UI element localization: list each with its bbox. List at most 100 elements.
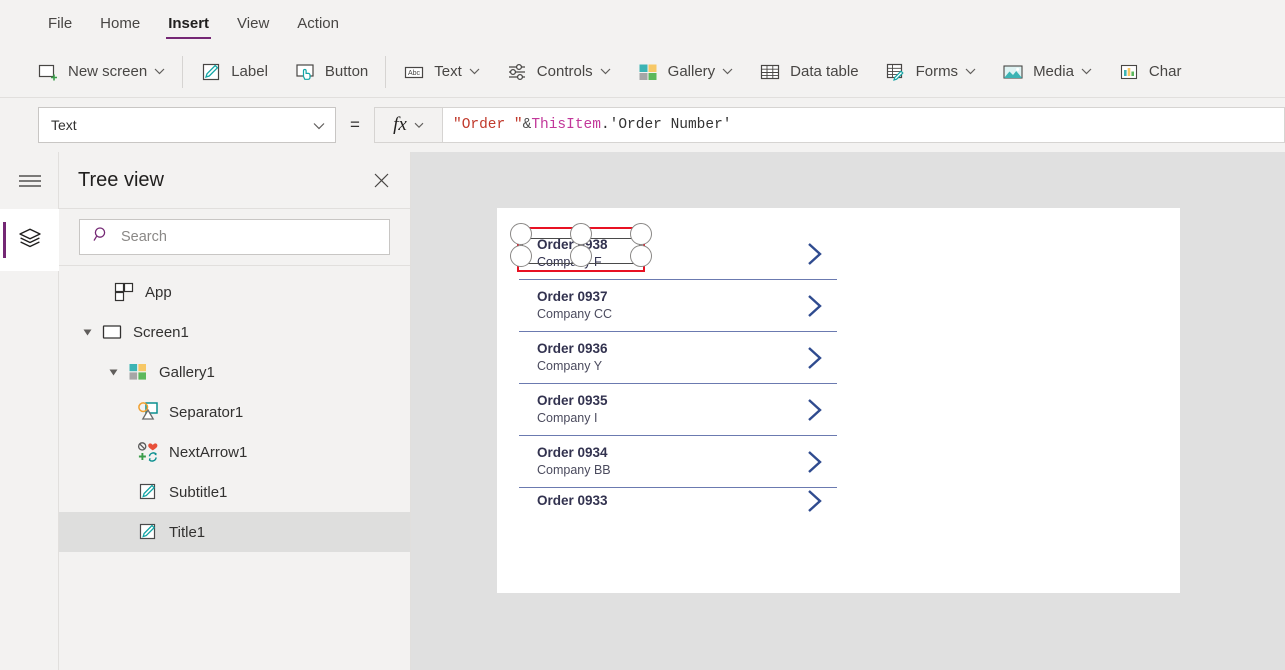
chevron-right-icon[interactable] [791, 345, 837, 371]
ribbon-controls-button[interactable]: Controls [493, 46, 624, 97]
tree-list: App Screen1 Gallery1 Separator1 NextArro… [59, 266, 410, 552]
icons-set-icon [137, 441, 159, 463]
canvas-area[interactable]: Order 0938 Company F Order 0937 Company … [411, 152, 1285, 670]
gallery-icon [127, 361, 149, 383]
chevron-down-icon[interactable] [965, 68, 976, 75]
label-icon [137, 521, 159, 543]
hamburger-menu-icon[interactable] [0, 152, 59, 209]
tree-item-label: NextArrow1 [169, 443, 248, 461]
menu-item-action[interactable]: Action [283, 0, 353, 46]
tree-expand-caret[interactable] [105, 364, 121, 380]
chevron-right-icon[interactable] [791, 488, 837, 514]
gallery-item-texts: Order 0933 [519, 492, 791, 510]
chevron-down-icon[interactable] [600, 68, 611, 75]
formula-token-identifier: ThisItem [531, 117, 601, 133]
gallery-icon [637, 61, 659, 83]
property-selector[interactable]: Text [38, 107, 336, 143]
fx-button[interactable]: fx [374, 107, 442, 143]
gallery-item-subtitle[interactable]: Company CC [537, 306, 791, 323]
gallery-item-title[interactable]: Order 0938 [537, 236, 791, 253]
menu-item-label: Insert [168, 14, 210, 32]
tree-item-label: Screen1 [133, 323, 189, 341]
formula-bar: Text = fx "Order " & ThisItem .'Order Nu… [0, 98, 1285, 152]
gallery-item-title[interactable]: Order 0936 [537, 340, 791, 357]
fx-label: fx [393, 114, 407, 135]
ribbon-label: Media [1033, 63, 1074, 80]
gallery-item-title[interactable]: Order 0937 [537, 288, 791, 305]
chevron-right-icon[interactable] [791, 449, 837, 475]
chevron-right-icon[interactable] [791, 397, 837, 423]
tree-item-title1[interactable]: Title1 [59, 512, 410, 552]
tree-view-icon [17, 225, 43, 256]
svg-text:Abc: Abc [408, 70, 421, 77]
gallery-item-subtitle[interactable]: Company Y [537, 358, 791, 375]
ribbon-label: New screen [68, 63, 148, 80]
power-apps-studio: File Home Insert View Action New screen [0, 0, 1285, 670]
ribbon-gallery-button[interactable]: Gallery [624, 46, 747, 97]
ribbon-media-button[interactable]: Media [989, 46, 1105, 97]
tree-item-label: App [145, 283, 172, 301]
menu-item-label: View [237, 14, 270, 32]
ribbon-text-button[interactable]: Abc Text [390, 46, 493, 97]
search-icon [93, 226, 110, 248]
formula-token-operator: & [522, 117, 532, 133]
ribbon-button-button[interactable]: Button [281, 46, 381, 97]
gallery-item[interactable]: Order 0933 [519, 488, 837, 514]
controls-icon [506, 61, 528, 83]
chevron-right-icon[interactable] [791, 241, 837, 267]
tree-item-subtitle1[interactable]: Subtitle1 [59, 472, 410, 512]
ribbon-data-table-button[interactable]: Data table [746, 46, 871, 97]
menu-item-view[interactable]: View [223, 0, 283, 46]
chevron-down-icon[interactable] [722, 68, 733, 75]
ribbon-new-screen-button[interactable]: New screen [24, 46, 178, 97]
gallery-item[interactable]: Order 0936 Company Y [519, 332, 837, 384]
tree-item-app[interactable]: App [59, 272, 410, 312]
gallery-control[interactable]: Order 0938 Company F Order 0937 Company … [519, 228, 837, 514]
formula-input[interactable]: "Order " & ThisItem .'Order Number' [442, 107, 1285, 143]
tree-item-gallery1[interactable]: Gallery1 [59, 352, 410, 392]
gallery-item-subtitle[interactable]: Company I [537, 410, 791, 427]
close-icon[interactable] [366, 165, 396, 195]
ribbon-label: Char [1148, 63, 1182, 80]
shapes-icon [137, 401, 159, 423]
chevron-right-icon[interactable] [791, 293, 837, 319]
text-icon: Abc [403, 61, 425, 83]
tree-item-separator1[interactable]: Separator1 [59, 392, 410, 432]
tree-expand-caret[interactable] [79, 324, 95, 340]
tree-item-nextarrow1[interactable]: NextArrow1 [59, 432, 410, 472]
ribbon-charts-button[interactable]: Char [1105, 46, 1195, 97]
gallery-item-subtitle[interactable]: Company BB [537, 462, 791, 479]
tree-item-label: Gallery1 [159, 363, 215, 381]
tree-item-label: Separator1 [169, 403, 244, 421]
search-placeholder: Search [121, 229, 167, 245]
ribbon-forms-button[interactable]: Forms [872, 46, 990, 97]
formula-token-property: .'Order Number' [600, 117, 732, 133]
ribbon-label-button[interactable]: Label [187, 46, 281, 97]
chevron-down-icon[interactable] [1081, 68, 1092, 75]
chevron-down-icon [414, 116, 424, 134]
screen-icon [101, 321, 123, 343]
menu-item-label: Action [297, 14, 339, 32]
chevron-down-icon[interactable] [469, 68, 480, 75]
label-icon [137, 481, 159, 503]
search-input[interactable]: Search [79, 219, 390, 255]
gallery-item-title[interactable]: Order 0933 [537, 492, 791, 509]
gallery-item-subtitle[interactable]: Company F [537, 254, 791, 271]
tree-item-screen1[interactable]: Screen1 [59, 312, 410, 352]
menu-item-home[interactable]: Home [86, 0, 154, 46]
app-screen-canvas[interactable]: Order 0938 Company F Order 0937 Company … [497, 208, 1180, 593]
data-table-icon [759, 61, 781, 83]
ribbon-label: Gallery [667, 63, 716, 80]
gallery-item-title[interactable]: Order 0934 [537, 444, 791, 461]
menu-item-insert[interactable]: Insert [154, 0, 223, 46]
gallery-item[interactable]: Order 0934 Company BB [519, 436, 837, 488]
gallery-item[interactable]: Order 0938 Company F [519, 228, 837, 280]
gallery-item[interactable]: Order 0937 Company CC [519, 280, 837, 332]
button-icon [294, 61, 316, 83]
menu-item-file[interactable]: File [34, 0, 86, 46]
gallery-item[interactable]: Order 0935 Company I [519, 384, 837, 436]
rail-button-tree-view[interactable] [0, 209, 59, 271]
chevron-down-icon[interactable] [154, 68, 165, 75]
property-selector-value: Text [51, 117, 77, 133]
gallery-item-title[interactable]: Order 0935 [537, 392, 791, 409]
